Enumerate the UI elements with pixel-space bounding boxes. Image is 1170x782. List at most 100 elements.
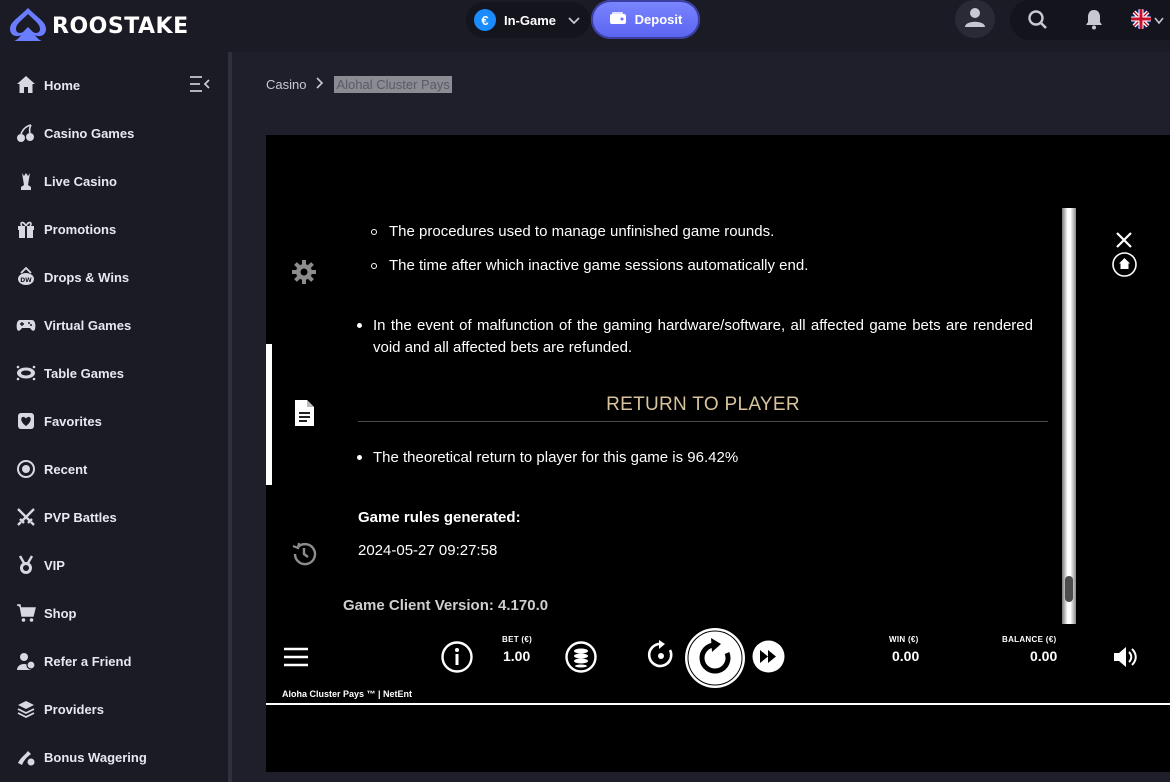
rule-malfunction: In the event of malfunction of the gamin… <box>373 317 1033 356</box>
info-icon[interactable] <box>441 641 473 678</box>
sidebar-item-recent[interactable]: Recent <box>0 451 228 487</box>
home-icon[interactable] <box>1112 252 1137 282</box>
language-flag-icon[interactable] <box>1131 9 1151 34</box>
sidebar-item-label: Home <box>44 77 81 93</box>
chevron-right-icon <box>316 77 324 92</box>
sidebar-item-home[interactable]: Home <box>0 67 228 103</box>
history-tab[interactable] <box>290 542 318 570</box>
account-button[interactable] <box>955 0 995 38</box>
bet-value: 1.00 <box>503 648 531 664</box>
brand-name: ROOSTAKE <box>52 14 189 39</box>
chess-icon <box>16 171 36 191</box>
search-icon[interactable] <box>1027 9 1049 36</box>
sidebar-item-label: Live Casino <box>44 173 117 189</box>
sidebar-item-label: Refer a Friend <box>44 653 132 669</box>
sidebar-item-bonus-wagering[interactable]: Bonus Wagering <box>0 739 228 775</box>
sidebar-item-refer-a-friend[interactable]: Refer a Friend <box>0 643 228 679</box>
logo[interactable]: ROOSTAKE <box>8 6 189 47</box>
bullet-icon <box>371 263 377 269</box>
fast-forward-icon[interactable] <box>752 640 785 678</box>
header-actions <box>1010 0 1170 40</box>
breadcrumb-current: Alohal Cluster Pays <box>334 76 452 93</box>
rtp-text: The theoretical return to player for thi… <box>373 449 739 466</box>
autoplay-icon[interactable] <box>645 639 677 676</box>
sidebar-item-label: Recent <box>44 461 88 477</box>
cherries-icon <box>16 123 36 143</box>
menu-icon[interactable] <box>283 647 309 672</box>
wallet-icon <box>609 11 627 28</box>
wallet-selector[interactable]: € In-Game <box>466 2 590 38</box>
medal-icon <box>16 555 36 575</box>
wallet-label: In-Game <box>504 12 557 28</box>
sidebar-item-shop[interactable]: Shop <box>0 595 228 631</box>
chevron-down-icon[interactable] <box>1154 12 1164 30</box>
sidebar-item-label: Table Games <box>44 365 124 381</box>
rules-scroll-thumb[interactable] <box>1065 576 1073 602</box>
refer-icon <box>16 651 36 671</box>
sidebar-item-table-games[interactable]: Table Games <box>0 355 228 391</box>
cart-icon <box>16 603 36 623</box>
rules-generated-date: 2024-05-27 09:27:58 <box>358 542 498 559</box>
sidebar-item-live-casino[interactable]: Live Casino <box>0 163 228 199</box>
history-icon <box>290 540 318 573</box>
rtp-heading: RETURN TO PLAYER <box>606 394 800 415</box>
bullet-icon <box>357 323 362 328</box>
rules-scrollbar[interactable] <box>1062 208 1076 624</box>
sidebar-item-pvp-battles[interactable]: PVP Battles <box>0 499 228 535</box>
balance-label: BALANCE (€) <box>1002 635 1057 644</box>
heart-icon <box>16 411 36 431</box>
balance-value: 0.00 <box>1030 648 1058 664</box>
settings-tab[interactable] <box>290 258 318 291</box>
sidebar-item-label: Drops & Wins <box>44 269 130 285</box>
sidebar-item-label: Providers <box>44 701 104 717</box>
home-icon <box>16 75 36 95</box>
section-divider <box>358 421 1048 422</box>
bullet-icon <box>371 229 377 235</box>
sidebar-item-label: Bonus Wagering <box>44 749 147 765</box>
user-icon <box>964 6 986 33</box>
sidebar-item-casino-games[interactable]: Casino Games <box>0 115 228 151</box>
sidebar-item-label: Promotions <box>44 221 117 237</box>
spin-button[interactable] <box>684 627 746 694</box>
bell-icon[interactable] <box>1083 8 1105 35</box>
deposit-button[interactable]: Deposit <box>591 0 700 39</box>
sidebar-item-favorites[interactable]: Favorites <box>0 403 228 439</box>
sidebar-item-label: Shop <box>44 605 77 621</box>
document-icon <box>292 399 316 432</box>
spade-logo-icon <box>8 6 48 47</box>
rules-generated-label: Game rules generated: <box>358 509 521 526</box>
recent-icon <box>16 459 36 479</box>
sidebar-item-label: Casino Games <box>44 125 135 141</box>
gift-icon <box>16 219 36 239</box>
top-bar: ROOSTAKE € In-Game Deposit <box>0 0 1170 52</box>
breadcrumb: Casino Alohal Cluster Pays <box>266 76 452 93</box>
win-value: 0.00 <box>892 648 920 664</box>
game-footer-divider <box>266 703 1170 705</box>
game-footer-label: Aloha Cluster Pays ™ | NetEnt <box>282 689 413 699</box>
coins-icon[interactable] <box>565 641 597 678</box>
rules-tab[interactable] <box>290 399 318 432</box>
bet-label: BET (€) <box>502 635 533 644</box>
sidebar-item-label: Favorites <box>44 413 102 429</box>
chevron-down-icon <box>568 13 580 28</box>
volume-icon[interactable] <box>1112 645 1138 674</box>
sidebar-item-providers[interactable]: Providers <box>0 691 228 727</box>
rule-sub-bullet: The time after which inactive game sessi… <box>389 257 809 274</box>
gear-icon <box>290 258 318 291</box>
breadcrumb-casino-link[interactable]: Casino <box>266 77 306 92</box>
sidebar-item-label: VIP <box>44 557 65 573</box>
sidebar-item-drops-wins[interactable]: DW Drops & Wins <box>0 259 228 295</box>
deposit-label: Deposit <box>634 12 683 27</box>
sidebar-item-label: PVP Battles <box>44 509 117 525</box>
client-version: Game Client Version: 4.170.0 <box>343 597 549 614</box>
win-label: WIN (€) <box>889 635 919 644</box>
euro-icon: € <box>474 9 496 31</box>
drops-icon: DW <box>16 267 36 287</box>
sidebar-item-promotions[interactable]: Promotions <box>0 211 228 247</box>
rule-sub-bullet: The procedures used to manage unfinished… <box>389 223 775 240</box>
sidebar-item-vip[interactable]: VIP <box>0 547 228 583</box>
wagering-icon <box>16 747 36 767</box>
swords-icon <box>16 507 36 527</box>
sidebar-item-virtual-games[interactable]: Virtual Games <box>0 307 228 343</box>
sidebar-item-label: Virtual Games <box>44 317 132 333</box>
